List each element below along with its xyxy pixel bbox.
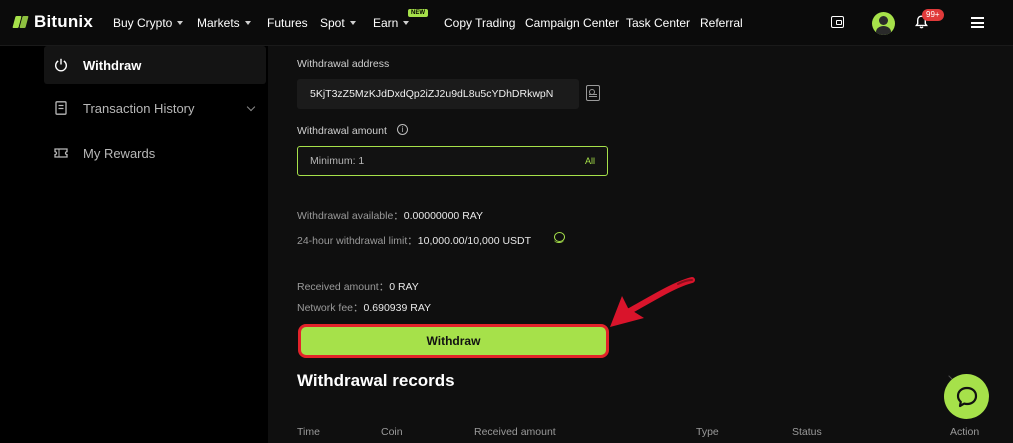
nav-spot[interactable]: Spot: [320, 16, 356, 30]
nav-futures[interactable]: Futures: [267, 16, 308, 30]
chat-bubble-icon: [956, 386, 977, 407]
top-navigation-bar: Bitunix Buy Crypto Markets Futures Spot …: [0, 0, 1013, 46]
nav-earn[interactable]: Earn: [373, 16, 410, 30]
sidebar-item-withdraw[interactable]: Withdraw: [44, 46, 266, 84]
withdraw-button[interactable]: Withdraw: [298, 324, 609, 358]
nav-campaign-center[interactable]: Campaign Center: [525, 16, 619, 30]
received-amount-label: Received amount：: [297, 281, 390, 293]
column-header-action: Action: [950, 426, 980, 438]
withdrawal-available-value: 0.00000000 RAY: [403, 210, 483, 222]
network-fee-value: 0.690939 RAY: [363, 302, 432, 314]
column-header-type: Type: [696, 426, 719, 438]
received-amount-row: Received amount：0 RAY: [297, 279, 419, 294]
withdrawal-amount-input[interactable]: [310, 147, 560, 175]
sidebar-item-transaction-history[interactable]: Transaction History: [44, 89, 266, 127]
nav-task-center[interactable]: Task Center: [626, 16, 690, 30]
chevron-down-icon: [349, 20, 356, 25]
nav-markets[interactable]: Markets: [197, 16, 251, 30]
network-fee-label: Network fee：: [297, 302, 364, 314]
coin-stack-icon[interactable]: [554, 232, 565, 243]
logo-text: Bitunix: [34, 12, 94, 31]
document-icon: [54, 101, 68, 115]
nav-referral[interactable]: Referral: [700, 16, 743, 30]
sidebar: Withdraw Transaction History My Rewards: [0, 46, 268, 443]
withdrawal-available-row: Withdrawal available：0.00000000 RAY: [297, 208, 483, 223]
new-badge: NEW: [408, 9, 428, 17]
nav-buy-crypto[interactable]: Buy Crypto: [113, 16, 184, 30]
nav-copy-trading[interactable]: Copy Trading: [444, 16, 515, 30]
address-book-icon[interactable]: [586, 85, 600, 101]
wallet-icon[interactable]: [831, 16, 844, 28]
column-header-coin: Coin: [381, 426, 403, 438]
info-icon[interactable]: i: [397, 124, 408, 135]
withdrawal-address-field[interactable]: 5KjT3zZ5MzKJdDxdQp2iZJ2u9dL8u5cYDhDRkwpN: [297, 79, 579, 109]
column-header-status: Status: [792, 426, 822, 438]
chevron-down-icon: [244, 20, 251, 25]
withdrawal-limit-row: 24-hour withdrawal limit：10,000.00/10,00…: [297, 233, 531, 248]
withdraw-panel: Withdrawal address 5KjT3zZ5MzKJdDxdQp2iZ…: [268, 46, 1013, 443]
all-amount-button[interactable]: All: [585, 156, 595, 166]
received-amount-value: 0 RAY: [389, 281, 419, 293]
withdrawal-amount-label: Withdrawal amount: [297, 125, 387, 137]
ticket-icon: [54, 146, 68, 160]
chevron-down-icon: [177, 20, 184, 25]
withdraw-icon: [54, 58, 68, 72]
sidebar-item-my-rewards[interactable]: My Rewards: [44, 134, 266, 172]
withdrawal-address-label: Withdrawal address: [297, 58, 390, 70]
withdrawal-available-label: Withdrawal available：: [297, 210, 404, 222]
user-avatar[interactable]: [872, 12, 895, 35]
sidebar-item-label: My Rewards: [83, 145, 156, 161]
notification-count-badge: 99+: [922, 9, 944, 21]
withdrawal-amount-field: All: [297, 146, 608, 176]
chevron-down-icon: [403, 20, 410, 25]
network-fee-row: Network fee：0.690939 RAY: [297, 300, 431, 315]
sidebar-item-label: Transaction History: [83, 100, 195, 116]
hamburger-menu-icon[interactable]: [971, 17, 984, 28]
support-chat-button[interactable]: [944, 374, 989, 419]
logo-mark-icon: [12, 14, 28, 30]
sidebar-item-label: Withdraw: [83, 57, 142, 73]
chevron-down-icon[interactable]: [246, 102, 256, 112]
column-header-time: Time: [297, 426, 320, 438]
bitunix-logo[interactable]: Bitunix: [12, 12, 93, 32]
withdrawal-limit-value: 10,000.00/10,000 USDT: [417, 235, 532, 247]
withdrawal-records-title: Withdrawal records: [297, 371, 455, 390]
withdrawal-limit-label: 24-hour withdrawal limit：: [297, 235, 418, 247]
column-header-received-amount: Received amount: [474, 426, 556, 438]
